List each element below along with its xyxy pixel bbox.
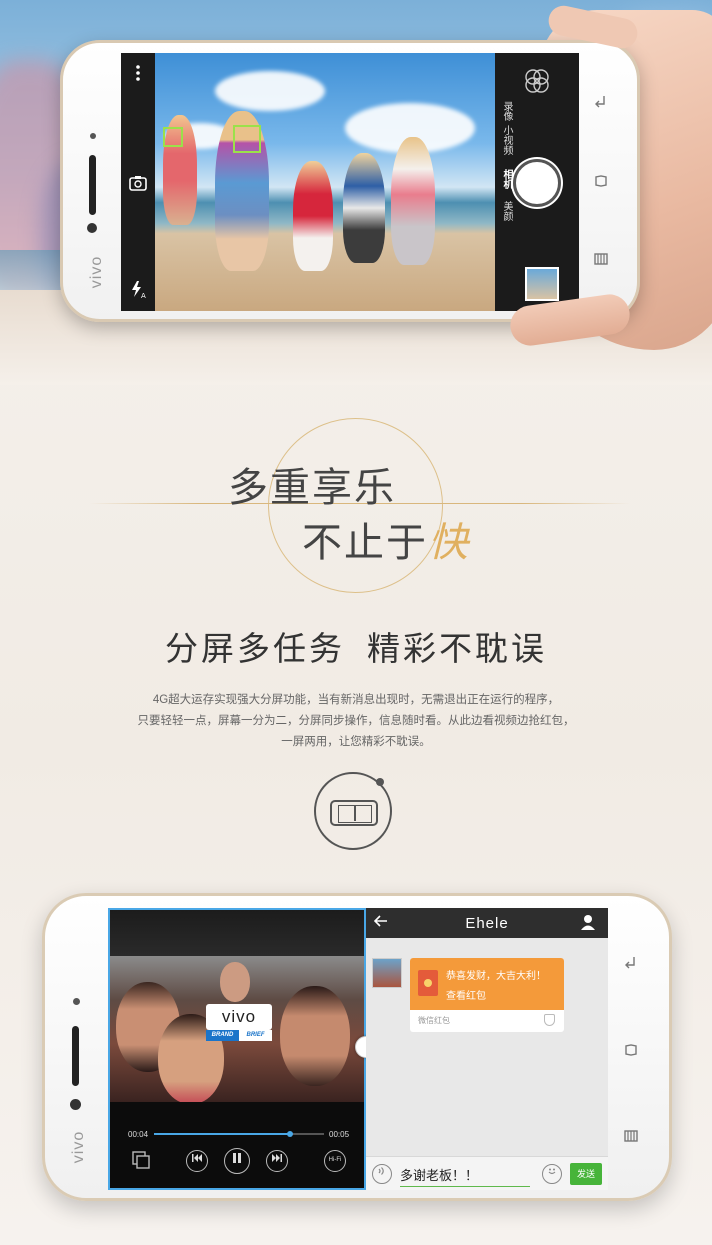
child-figure — [293, 161, 333, 271]
menu-icon[interactable] — [621, 1128, 641, 1148]
vivo-brand-badge: vivo BRAND BRIEF — [206, 1004, 272, 1046]
front-camera — [70, 1099, 81, 1110]
slogan-line-2: 不止于快 — [302, 510, 470, 568]
prev-icon[interactable] — [186, 1150, 208, 1172]
time-current: 00:04 — [128, 1130, 149, 1139]
mode-photo[interactable]: 相机 — [499, 169, 514, 189]
badge-brief-tag: BRIEF — [239, 1030, 272, 1041]
split-screen-phone: vivo vivo BRAND BRIEF 00:04 00:05 Hi-Fi … — [42, 893, 672, 1201]
badge-strip: BRAND BRIEF — [206, 1030, 272, 1041]
camera-screen: A 录像 小视频 相机 美颜 — [121, 53, 579, 311]
minimize-window-icon[interactable] — [130, 1150, 152, 1172]
badge-brand-tag: BRAND — [206, 1030, 239, 1041]
red-packet-message[interactable]: 恭喜发财，大吉大利！ 查看红包 微信红包 — [410, 958, 564, 1032]
gallery-thumbnail[interactable] — [525, 267, 559, 301]
red-packet-icon — [418, 970, 438, 996]
camera-right-toolbar: 录像 小视频 相机 美颜 — [495, 53, 579, 311]
message-input[interactable]: 多谢老板！！ — [400, 1165, 530, 1187]
send-button[interactable]: 发送 — [570, 1163, 602, 1185]
split-screen: vivo BRAND BRIEF 00:04 00:05 Hi-Fi Ehele… — [108, 908, 608, 1190]
red-packet-open-link[interactable]: 查看红包 — [446, 987, 486, 1002]
shield-icon — [544, 1014, 555, 1026]
child-figure — [343, 153, 385, 263]
child-figure — [391, 137, 435, 265]
chat-input-bar: 多谢老板！！ 发送 — [366, 1156, 608, 1190]
split-screen-icon — [314, 772, 392, 850]
earpiece-speaker — [72, 1026, 79, 1086]
hifi-button[interactable]: Hi-Fi — [324, 1150, 346, 1172]
icon-dot — [376, 778, 384, 786]
back-icon[interactable] — [621, 954, 641, 974]
menu-icon[interactable] — [591, 251, 611, 270]
video-top-bar — [110, 910, 364, 956]
face-focus-box — [163, 127, 183, 147]
description-line: 只要轻轻一点，屏幕一分为二，分屏同步操作，信息随时看。从此边看视频边抢红包， — [137, 715, 575, 727]
section-heading: 分屏多任务 精彩不耽误 — [0, 622, 712, 670]
pause-icon[interactable] — [224, 1148, 250, 1174]
icon-phone-outline — [330, 800, 378, 826]
chat-header: Ehele — [366, 908, 608, 938]
chat-title: Ehele — [465, 915, 509, 932]
camera-left-toolbar: A — [121, 53, 155, 311]
sensor-dot — [90, 133, 96, 139]
svg-text:A: A — [141, 292, 146, 299]
crowd-face — [280, 986, 350, 1086]
video-player-pane[interactable]: vivo BRAND BRIEF 00:04 00:05 Hi-Fi — [108, 908, 366, 1190]
earpiece-speaker — [89, 155, 96, 215]
mode-beauty[interactable]: 美颜 — [499, 201, 514, 221]
avatar[interactable] — [372, 958, 402, 988]
heading-part-1: 分屏多任务 — [165, 629, 345, 668]
progress-knob[interactable] — [287, 1131, 293, 1137]
emoji-icon[interactable] — [542, 1164, 562, 1184]
description-line: 4G超大运存实现强大分屏功能，当有新消息出现时，无需退出正在运行的程序， — [152, 694, 560, 706]
red-packet-greeting: 恭喜发财，大吉大利！ — [446, 971, 546, 982]
red-packet-body: 恭喜发财，大吉大利！ 查看红包 — [410, 958, 564, 1010]
more-vertical-icon[interactable] — [128, 63, 148, 87]
time-total: 00:05 — [329, 1130, 350, 1139]
red-packet-footer: 微信红包 — [418, 1016, 450, 1025]
description-line: 一屏两用，让您精彩不耽误。 — [281, 736, 431, 748]
flash-auto-icon[interactable]: A — [128, 279, 148, 303]
crowd-hand — [220, 962, 250, 1002]
face-focus-box — [233, 125, 261, 153]
mode-video[interactable]: 录像 — [499, 101, 514, 121]
front-camera — [87, 223, 97, 233]
switch-camera-icon[interactable] — [128, 173, 148, 197]
phone-brand-logo: vivo — [70, 1130, 88, 1164]
phone-brand-logo: vivo — [88, 255, 106, 289]
home-icon[interactable] — [591, 173, 611, 192]
filter-icon[interactable] — [523, 67, 551, 95]
hero-phone: vivo A 录像 小视频 相机 美颜 — [60, 40, 640, 322]
slogan-line-1: 多重享乐 — [228, 465, 396, 511]
progress-fill — [154, 1133, 290, 1135]
next-icon[interactable] — [266, 1150, 288, 1172]
sensor-dot — [73, 998, 80, 1005]
chat-pane: Ehele 恭喜发财，大吉大利！ 查看红包 微信红包 多谢老板！！ 发送 — [366, 908, 608, 1190]
badge-logo: vivo — [206, 1004, 272, 1030]
video-frame[interactable]: vivo BRAND BRIEF — [110, 956, 364, 1102]
player-controls: 00:04 00:05 Hi-Fi — [110, 1102, 364, 1188]
hero-banner: vivo A 录像 小视频 相机 美颜 — [0, 0, 712, 385]
heading-part-2: 精彩不耽误 — [367, 629, 547, 668]
camera-viewfinder[interactable] — [155, 53, 495, 311]
video-progress-bar[interactable] — [154, 1131, 324, 1137]
mode-short-video[interactable]: 小视频 — [499, 125, 514, 155]
home-icon[interactable] — [621, 1042, 641, 1062]
section-description: 4G超大运存实现强大分屏功能，当有新消息出现时，无需退出正在运行的程序， 只要轻… — [120, 690, 592, 753]
user-profile-icon[interactable] — [579, 913, 597, 931]
back-icon[interactable] — [591, 93, 611, 112]
voice-icon[interactable] — [372, 1164, 392, 1184]
slogan-line-2-prefix: 不止于 — [302, 520, 428, 566]
slogan-emphasis: 快 — [428, 520, 470, 566]
shutter-button[interactable] — [513, 159, 561, 207]
cloud — [215, 71, 325, 111]
